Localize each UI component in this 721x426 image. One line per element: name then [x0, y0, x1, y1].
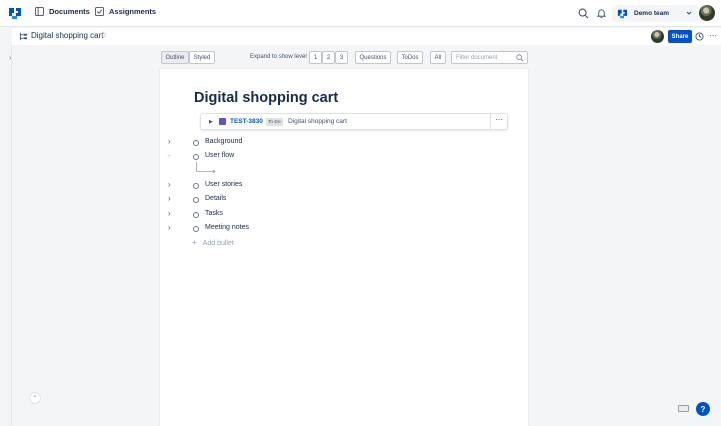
share-button[interactable]: Share: [668, 30, 692, 43]
flow-connector-icon: [196, 162, 216, 173]
user-avatar[interactable]: [699, 5, 715, 21]
bullet-text[interactable]: Tasks: [205, 210, 223, 217]
history-icon[interactable]: [695, 32, 704, 41]
nav-assignments[interactable]: Assignments: [95, 7, 156, 16]
collaborator-avatar[interactable]: [651, 30, 664, 43]
bullet-dot[interactable]: [193, 154, 199, 160]
team-name: Demo team: [634, 10, 670, 17]
issue-status-badge: To Do: [266, 118, 283, 126]
search-icon[interactable]: [578, 8, 589, 19]
assignments-icon: [95, 7, 104, 16]
scroll-up-button[interactable]: ⌃: [29, 392, 41, 404]
add-bullet-label: Add bullet: [202, 240, 234, 247]
more-icon[interactable]: ⋯: [490, 114, 507, 129]
filter-document-placeholder: Filter document: [456, 54, 498, 61]
expand-level-3-button[interactable]: 3: [335, 51, 348, 64]
top-bar: Documents Assignments Demo team: [0, 0, 721, 27]
filter-document-input[interactable]: Filter document: [451, 51, 528, 64]
bullet-dot[interactable]: [193, 183, 199, 189]
expand-level-label: Expand to show level: [250, 54, 307, 60]
chevron-right-icon[interactable]: ›: [168, 180, 171, 189]
expand-level-2-button[interactable]: 2: [322, 51, 335, 64]
outline-tree-icon[interactable]: [19, 32, 28, 41]
plus-icon: +: [192, 238, 197, 247]
bullet-text[interactable]: User flow: [205, 152, 234, 159]
todos-filter-button[interactable]: ToDos: [397, 51, 423, 64]
more-options-icon[interactable]: ⋯: [709, 31, 717, 40]
chevron-right-icon[interactable]: ›: [168, 137, 171, 146]
issue-summary: Digital shopping cart: [288, 118, 347, 125]
search-icon: [516, 54, 524, 62]
issue-key[interactable]: TEST-3830: [230, 118, 263, 125]
keyboard-icon[interactable]: [678, 405, 689, 412]
bullet-text[interactable]: Background: [205, 138, 242, 145]
list-item-details[interactable]: › Details: [168, 194, 368, 206]
questions-filter-button[interactable]: Questions: [355, 51, 391, 64]
jira-issue-card[interactable]: ▶ TEST-3830 To Do Digital shopping cart …: [200, 113, 508, 130]
team-logo-icon: [617, 9, 628, 18]
bullet-text[interactable]: Details: [205, 195, 226, 202]
logo-icon[interactable]: [8, 7, 22, 20]
left-rail: [0, 45, 12, 426]
help-button[interactable]: ?: [696, 402, 710, 416]
chevron-down-icon: [686, 11, 692, 15]
bullet-dot[interactable]: [193, 197, 199, 203]
list-item-meeting-notes[interactable]: › Meeting notes: [168, 223, 368, 235]
chevron-up-icon: ⌃: [32, 395, 38, 402]
add-bullet-button[interactable]: + Add bullet: [192, 238, 234, 247]
all-filter-button[interactable]: All: [430, 51, 446, 64]
breadcrumb-document-title[interactable]: Digital shopping cart: [31, 31, 103, 40]
page-title[interactable]: Digital shopping cart: [194, 90, 338, 106]
styled-view-button[interactable]: Styled: [189, 51, 215, 64]
list-item-user-stories[interactable]: › User stories: [168, 180, 368, 192]
nav-documents[interactable]: Documents: [35, 7, 90, 16]
chevron-right-icon[interactable]: ›: [168, 209, 171, 218]
bell-icon[interactable]: [596, 8, 607, 19]
documents-icon: [35, 7, 44, 16]
team-selector[interactable]: Demo team: [612, 5, 698, 22]
bullet-dot[interactable]: [193, 226, 199, 232]
nav-documents-label: Documents: [49, 7, 90, 16]
chevron-right-icon[interactable]: ›: [168, 223, 171, 232]
nav-assignments-label: Assignments: [109, 7, 157, 16]
expand-level-1-button[interactable]: 1: [309, 51, 322, 64]
star-icon[interactable]: ☆: [100, 30, 107, 39]
list-item-tasks[interactable]: › Tasks: [168, 209, 368, 221]
epic-icon: [219, 118, 226, 125]
bullet-text[interactable]: User stories: [205, 181, 242, 188]
list-item-background[interactable]: › Background: [168, 137, 368, 149]
expand-sidebar-icon[interactable]: ›: [9, 55, 11, 62]
bullet-dot[interactable]: [193, 140, 199, 146]
chevron-down-icon[interactable]: ›: [165, 154, 174, 157]
outline-view-button[interactable]: Outline: [161, 51, 189, 64]
chevron-right-icon[interactable]: ›: [168, 194, 171, 203]
expand-issue-icon[interactable]: ▶: [209, 119, 213, 125]
document-header: [12, 28, 721, 45]
bullet-text[interactable]: Meeting notes: [205, 224, 249, 231]
bullet-dot[interactable]: [193, 212, 199, 218]
